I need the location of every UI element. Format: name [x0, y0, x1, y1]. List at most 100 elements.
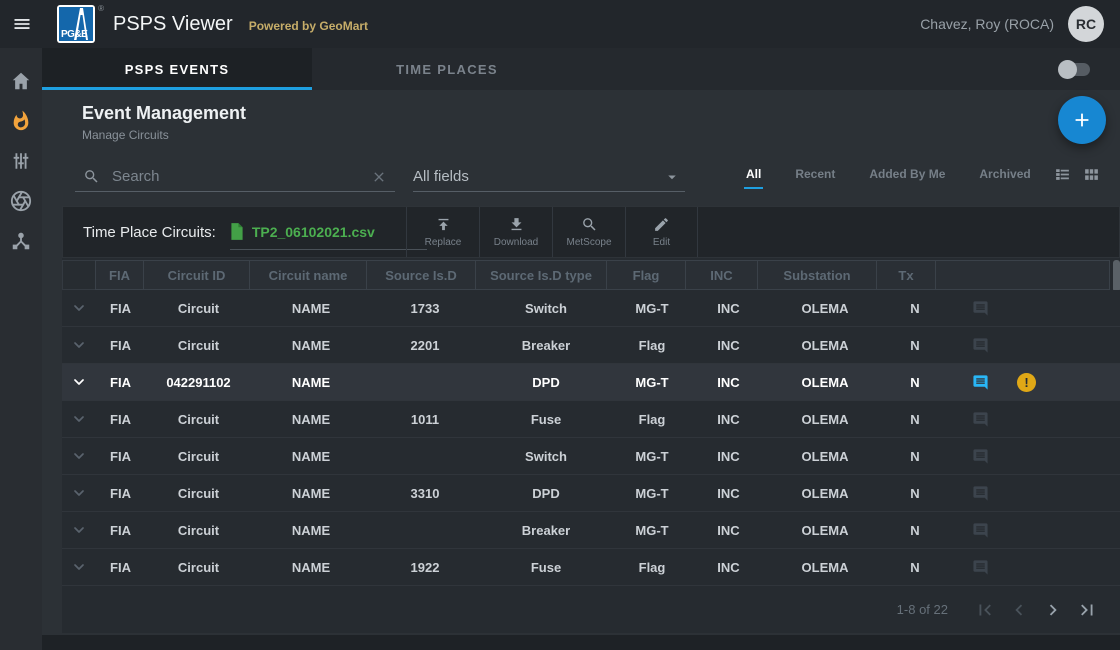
registered-mark: ®	[98, 4, 104, 13]
row-expander[interactable]	[62, 549, 96, 585]
chevron-down-icon	[71, 337, 87, 353]
tab-psps-events[interactable]: PSPS EVENTS	[42, 48, 312, 90]
row-expander[interactable]	[62, 401, 96, 437]
cell-inc: INC	[692, 290, 765, 326]
cell-tx: N	[885, 438, 945, 474]
previous-page-button[interactable]	[1006, 597, 1032, 623]
file-link[interactable]: TP2_06102021.csv	[230, 218, 427, 250]
comment-icon[interactable]	[972, 522, 989, 539]
cell-flag: Flag	[612, 549, 692, 585]
cell-circuit_name: NAME	[252, 512, 370, 548]
cell-circuit_name: NAME	[252, 401, 370, 437]
comment-icon[interactable]	[972, 337, 989, 354]
row-expander[interactable]	[62, 438, 96, 474]
comment-icon[interactable]	[972, 374, 989, 391]
cell-source_isd: 1922	[370, 549, 480, 585]
cell-tx: N	[885, 512, 945, 548]
warning-icon[interactable]: !	[1017, 373, 1036, 392]
add-button[interactable]	[1058, 96, 1106, 144]
user-area: Chavez, Roy (ROCA) RC	[920, 6, 1104, 42]
view-switcher	[1054, 166, 1100, 183]
sliders-icon	[10, 150, 32, 172]
sidebar-item-network[interactable]	[10, 230, 32, 252]
row-actions	[945, 475, 1120, 511]
page-title: Event Management	[82, 103, 246, 124]
row-expander[interactable]	[62, 290, 96, 326]
comment-icon[interactable]	[972, 411, 989, 428]
list-view-button[interactable]	[1054, 166, 1071, 183]
replace-button[interactable]: Replace	[406, 207, 479, 257]
row-expander[interactable]	[62, 364, 96, 400]
sidebar-item-home[interactable]	[10, 70, 32, 92]
cell-source_isd_type: DPD	[480, 475, 612, 511]
next-page-button[interactable]	[1040, 597, 1066, 623]
row-expander[interactable]	[62, 327, 96, 363]
avatar[interactable]: RC	[1068, 6, 1104, 42]
cell-substation: OLEMA	[765, 401, 885, 437]
table-scrollbar[interactable]	[1113, 260, 1120, 292]
cell-inc: INC	[692, 549, 765, 585]
chevron-down-icon	[71, 559, 87, 575]
search-input[interactable]	[110, 167, 371, 186]
cell-tx: N	[885, 401, 945, 437]
csv-file-icon	[230, 223, 244, 240]
cell-circuit_id: Circuit	[145, 475, 252, 511]
table-row: FIACircuitNAME1733SwitchMG-TINCOLEMAN	[62, 290, 1120, 327]
filter-recent[interactable]: Recent	[793, 161, 837, 189]
chevron-down-icon	[71, 485, 87, 501]
cell-circuit_id: Circuit	[145, 401, 252, 437]
cell-circuit_name: NAME	[252, 475, 370, 511]
metscope-button[interactable]: MetScope	[552, 207, 625, 257]
field-selector-value: All fields	[413, 168, 469, 185]
cell-circuit_name: NAME	[252, 327, 370, 363]
comment-icon[interactable]	[972, 300, 989, 317]
row-expander[interactable]	[62, 475, 96, 511]
comment-icon[interactable]	[972, 559, 989, 576]
col-header-source-is-d: Source Is.D	[366, 260, 476, 290]
header-toggle[interactable]	[1062, 63, 1090, 76]
hamburger-menu-icon[interactable]	[12, 14, 32, 34]
first-page-button[interactable]	[972, 597, 998, 623]
tab-time-places[interactable]: TIME PLACES	[312, 48, 582, 90]
clear-search-icon[interactable]	[371, 169, 387, 185]
cell-source_isd_type: Breaker	[480, 512, 612, 548]
cell-tx: N	[885, 364, 945, 400]
cell-tx: N	[885, 475, 945, 511]
cell-source_isd_type: DPD	[480, 364, 612, 400]
cell-source_isd_type: Fuse	[480, 549, 612, 585]
search-icon	[83, 168, 100, 185]
cell-source_isd_type: Switch	[480, 290, 612, 326]
cell-circuit_name: NAME	[252, 290, 370, 326]
cell-source_isd_type: Breaker	[480, 327, 612, 363]
sidebar-item-fire[interactable]	[10, 110, 32, 132]
comment-icon[interactable]	[972, 485, 989, 502]
download-button[interactable]: Download	[479, 207, 552, 257]
search-icon	[581, 216, 598, 233]
filter-all[interactable]: All	[744, 161, 763, 189]
home-icon	[10, 70, 32, 92]
circuits-card: Time Place Circuits: TP2_06102021.csv Re…	[62, 206, 1120, 633]
chevron-down-icon	[71, 522, 87, 538]
row-expander[interactable]	[62, 512, 96, 548]
cell-fia: FIA	[96, 549, 145, 585]
table-body: FIACircuitNAME1733SwitchMG-TINCOLEMANFIA…	[62, 290, 1120, 586]
filter-added-by-me[interactable]: Added By Me	[867, 161, 947, 189]
pagination: 1-8 of 22	[62, 586, 1120, 633]
filter-archived[interactable]: Archived	[977, 161, 1032, 189]
field-selector[interactable]: All fields	[413, 162, 685, 192]
comment-icon[interactable]	[972, 448, 989, 465]
grid-view-button[interactable]	[1083, 166, 1100, 183]
cell-fia: FIA	[96, 327, 145, 363]
col-header-circuit-id: Circuit ID	[143, 260, 250, 290]
download-icon	[508, 216, 525, 233]
search-field[interactable]	[75, 162, 395, 192]
sidebar-item-sliders[interactable]	[10, 150, 32, 172]
cell-circuit_id: Circuit	[145, 549, 252, 585]
sidebar-item-aperture[interactable]	[10, 190, 32, 212]
col-header-substation: Substation	[757, 260, 877, 290]
user-name: Chavez, Roy (ROCA)	[920, 16, 1054, 32]
edit-button[interactable]: Edit	[625, 207, 698, 257]
cell-substation: OLEMA	[765, 438, 885, 474]
cell-inc: INC	[692, 401, 765, 437]
last-page-button[interactable]	[1074, 597, 1100, 623]
